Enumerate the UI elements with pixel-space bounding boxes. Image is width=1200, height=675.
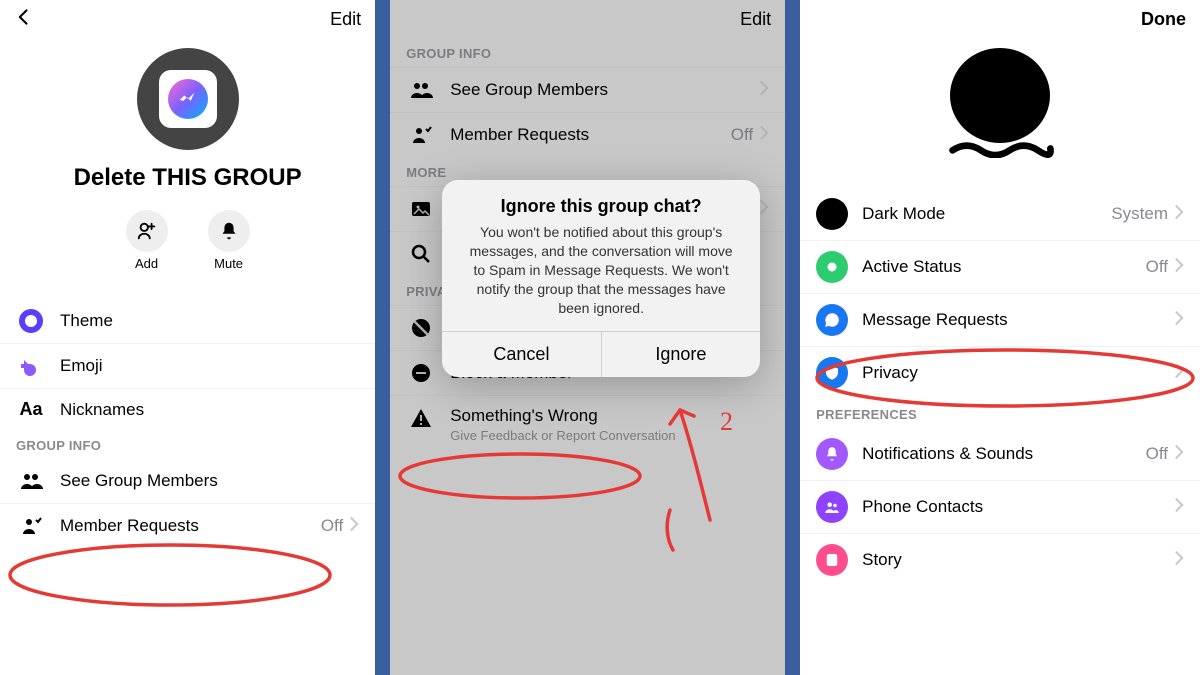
phone-contacts-icon: [816, 491, 848, 523]
nicknames-row[interactable]: Aa Nicknames: [0, 388, 375, 430]
dark-mode-val: System: [1111, 204, 1168, 224]
member-requests-row-b[interactable]: Member Requests Off: [390, 112, 785, 157]
member-requests-icon: [16, 514, 46, 538]
notifications-row[interactable]: Notifications & Sounds Off: [800, 428, 1200, 480]
see-group-members-row[interactable]: See Group Members: [0, 459, 375, 503]
chevron-right-icon: [1174, 550, 1184, 571]
search-icon: [406, 242, 436, 266]
chevron-right-icon: [1174, 444, 1184, 465]
something-wrong-sub: Give Feedback or Report Conversation: [450, 428, 769, 443]
annotation-circle-members: [0, 545, 360, 615]
done-button[interactable]: Done: [1141, 9, 1186, 30]
ignore-icon: [406, 316, 436, 340]
chevron-right-icon: [759, 125, 769, 146]
notifications-icon: [816, 438, 848, 470]
dark-mode-icon: [816, 198, 848, 230]
chevron-right-icon: [349, 516, 359, 537]
active-status-val: Off: [1146, 257, 1168, 277]
chevron-right-icon: [759, 80, 769, 101]
chevron-right-icon: [1174, 363, 1184, 384]
story-icon: [816, 544, 848, 576]
group-title: Delete THIS GROUP: [74, 164, 302, 192]
group-avatar[interactable]: [137, 48, 239, 150]
photo-icon: [406, 197, 436, 221]
see-group-members-label: See Group Members: [60, 471, 359, 491]
edit-button[interactable]: Edit: [330, 9, 361, 30]
message-requests-row[interactable]: Message Requests: [800, 293, 1200, 346]
privacy-row[interactable]: Privacy: [800, 346, 1200, 399]
mute-button[interactable]: Mute: [208, 210, 250, 271]
modal-title: Ignore this group chat?: [442, 180, 760, 223]
something-wrong-label: Something's Wrong: [450, 406, 769, 426]
see-group-members-row-b[interactable]: See Group Members: [390, 67, 785, 112]
pane-me-settings: Done Dark Mode System Active Status Off …: [800, 0, 1200, 675]
avatar-redacted: [938, 48, 1063, 158]
phone-contacts-row[interactable]: Phone Contacts: [800, 480, 1200, 533]
mute-label: Mute: [214, 256, 243, 271]
modal-body: You won't be notified about this group's…: [442, 223, 760, 331]
emoji-icon: [16, 354, 46, 378]
modal-cancel-button[interactable]: Cancel: [442, 332, 600, 377]
something-wrong-row[interactable]: Something's Wrong Give Feedback or Repor…: [390, 395, 785, 453]
emoji-row[interactable]: Emoji: [0, 343, 375, 388]
add-label: Add: [135, 256, 158, 271]
members-icon: [406, 78, 436, 102]
section-preferences: PREFERENCES: [800, 399, 1200, 428]
story-label: Story: [862, 550, 1160, 570]
theme-label: Theme: [60, 311, 359, 331]
active-status-label: Active Status: [862, 257, 1132, 277]
member-requests-row[interactable]: Member Requests Off: [0, 503, 375, 548]
edit-button-b[interactable]: Edit: [740, 9, 771, 30]
dark-mode-row[interactable]: Dark Mode System: [800, 188, 1200, 240]
member-requests-val: Off: [321, 516, 343, 536]
chevron-right-icon: [759, 199, 769, 220]
nicknames-label: Nicknames: [60, 400, 359, 420]
chevron-right-icon: [1174, 497, 1184, 518]
privacy-label: Privacy: [862, 363, 1160, 383]
add-button[interactable]: Add: [126, 210, 168, 271]
pane-group-privacy-modal: Edit GROUP INFO See Group Members Member…: [390, 0, 785, 675]
block-icon: [406, 361, 436, 385]
pane-group-detail: Edit Delete THIS GROUP Add Mute Theme: [0, 0, 375, 675]
back-icon[interactable]: [14, 7, 34, 32]
section-group-info-a: GROUP INFO: [0, 430, 375, 459]
message-requests-icon: [816, 304, 848, 336]
dark-mode-label: Dark Mode: [862, 204, 1097, 224]
member-requests-icon: [406, 123, 436, 147]
story-row[interactable]: Story: [800, 533, 1200, 586]
phone-contacts-label: Phone Contacts: [862, 497, 1160, 517]
active-status-row[interactable]: Active Status Off: [800, 240, 1200, 293]
chevron-right-icon: [1174, 257, 1184, 278]
members-icon: [16, 469, 46, 493]
privacy-icon: [816, 357, 848, 389]
notifications-val: Off: [1146, 444, 1168, 464]
member-requests-label-b: Member Requests: [450, 125, 717, 145]
member-requests-val-b: Off: [731, 125, 753, 145]
nicknames-icon: Aa: [16, 399, 46, 420]
chevron-right-icon: [1174, 204, 1184, 225]
see-group-members-label-b: See Group Members: [450, 80, 745, 100]
section-group-info-b: GROUP INFO: [390, 38, 785, 67]
ignore-group-modal: Ignore this group chat? You won't be not…: [442, 180, 760, 377]
chevron-right-icon: [1174, 310, 1184, 331]
theme-icon: [16, 309, 46, 333]
notifications-label: Notifications & Sounds: [862, 444, 1132, 464]
theme-row[interactable]: Theme: [0, 299, 375, 343]
warning-icon: [406, 406, 436, 430]
member-requests-label: Member Requests: [60, 516, 307, 536]
emoji-label: Emoji: [60, 356, 359, 376]
message-requests-label: Message Requests: [862, 310, 1160, 330]
modal-ignore-button[interactable]: Ignore: [601, 332, 760, 377]
active-status-icon: [816, 251, 848, 283]
